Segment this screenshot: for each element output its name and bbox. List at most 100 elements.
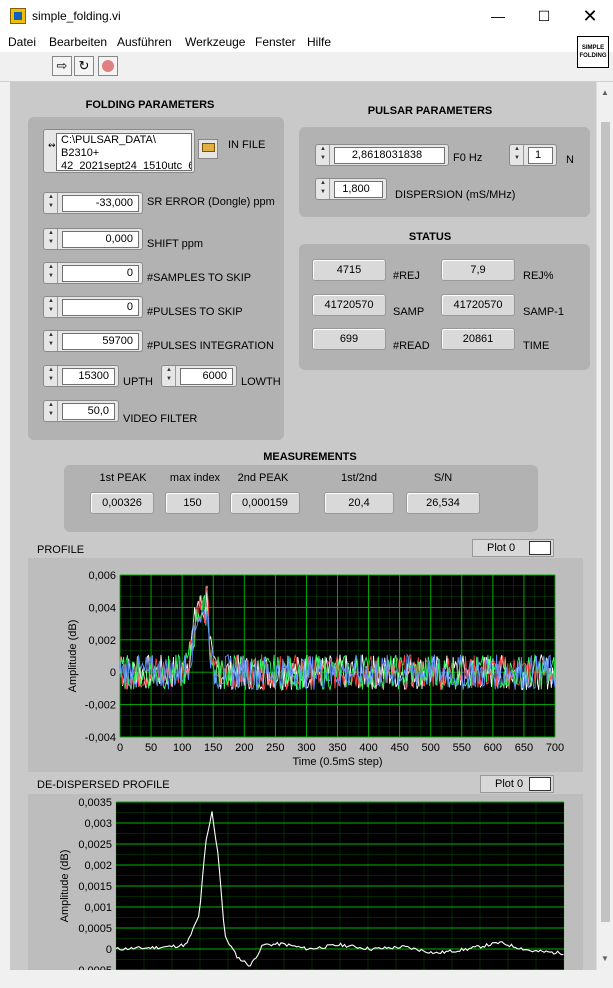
lowth-label: LOWTH (241, 376, 281, 388)
max-index-indicator: 150 (165, 492, 220, 514)
x-tick-label: 350 (328, 742, 346, 754)
peak1-indicator: 0,00326 (90, 492, 154, 514)
scroll-down-icon[interactable]: ▼ (601, 954, 609, 963)
shift-value[interactable]: 0,000 (62, 231, 139, 248)
pulses-integration-value[interactable]: 59700 (62, 333, 139, 350)
menu-bar: Datei Bearbeiten Ausführen Werkzeuge Fen… (0, 32, 613, 52)
x-tick-label: 0 (117, 742, 123, 754)
abort-icon[interactable] (98, 56, 118, 76)
samp-label: SAMP (393, 306, 425, 318)
dispersion-increment-icon[interactable]: ▲ ▼ (317, 179, 330, 199)
measurements-title: MEASUREMENTS (263, 451, 357, 463)
folder-icon[interactable] (198, 139, 218, 159)
dedispersed-plot-legend[interactable]: Plot 0 (480, 775, 554, 793)
close-button[interactable]: ✕ (567, 0, 613, 32)
max-index-label: max index (169, 472, 221, 484)
sr-error-value[interactable]: -33,000 (62, 195, 139, 212)
y-tick-label: 0,0015 (78, 881, 112, 893)
lowth-control[interactable]: ▲ ▼ 6000 (161, 365, 237, 387)
n-increment-icon[interactable]: ▲ ▼ (511, 145, 524, 165)
pulses-skip-increment-icon[interactable]: ▲ ▼ (45, 297, 58, 317)
minimize-button[interactable]: — (475, 0, 521, 32)
y-tick-label: 0 (110, 667, 116, 679)
shift-control[interactable]: ▲ ▼ 0,000 (43, 228, 143, 250)
menu-ausfuehren[interactable]: Ausführen (117, 35, 172, 49)
upth-value[interactable]: 15300 (62, 368, 115, 385)
video-filter-increment-icon[interactable]: ▲ ▼ (45, 401, 58, 421)
x-tick-label: 550 (453, 742, 471, 754)
vertical-scrollbar[interactable]: ▲ ▼ (596, 82, 613, 970)
menu-bearbeiten[interactable]: Bearbeiten (49, 35, 107, 49)
peak2-indicator: 0,000159 (230, 492, 300, 514)
y-tick-label: 0,002 (84, 860, 112, 872)
profile-plot-legend[interactable]: Plot 0 (472, 539, 554, 557)
y-tick-label: 0,003 (84, 818, 112, 830)
y-tick-label: 0,001 (84, 902, 112, 914)
dispersion-label: DISPERSION (mS/MHz) (395, 189, 516, 201)
y-tick-label: -0,0005 (75, 965, 112, 970)
shift-label: SHIFT ppm (147, 238, 204, 250)
y-tick-label: 0,0035 (78, 797, 112, 809)
run-arrow-icon[interactable]: ⇨ (52, 56, 72, 76)
f0-control[interactable]: ▲ ▼ 2,8618031838 (315, 144, 449, 166)
pulses-integration-label: #PULSES INTEGRATION (147, 340, 274, 352)
read-indicator: 699 (312, 328, 386, 350)
menu-werkzeuge[interactable]: Werkzeuge (185, 35, 245, 49)
samples-skip-value[interactable]: 0 (62, 265, 139, 282)
menu-hilfe[interactable]: Hilfe (307, 35, 331, 49)
samp-indicator: 41720570 (312, 294, 386, 316)
y-tick-label: 0 (106, 944, 112, 956)
scroll-up-icon[interactable]: ▲ (601, 88, 609, 97)
scrollbar-thumb[interactable] (601, 122, 610, 922)
shift-increment-icon[interactable]: ▲ ▼ (45, 229, 58, 249)
samples-skip-increment-icon[interactable]: ▲ ▼ (45, 263, 58, 283)
sr-error-control[interactable]: ▲ ▼ -33,000 (43, 192, 143, 214)
upth-increment-icon[interactable]: ▲ ▼ (45, 366, 58, 386)
dedispersed-title: DE-DISPERSED PROFILE (37, 779, 170, 791)
folding-parameters-title: FOLDING PARAMETERS (85, 99, 215, 111)
in-file-line-1: C:\PULSAR_DATA\ (61, 134, 156, 146)
x-tick-label: 700 (546, 742, 564, 754)
ratio-indicator: 20,4 (324, 492, 394, 514)
video-filter-value[interactable]: 50,0 (62, 403, 115, 420)
in-file-path-control[interactable]: ↭ C:\PULSAR_DATA\ B2310+ 42_2021sept24_1… (43, 129, 195, 173)
run-continuously-icon[interactable]: ↻ (74, 56, 94, 76)
profile-title: PROFILE (37, 544, 85, 556)
lowth-increment-icon[interactable]: ▲ ▼ (163, 366, 176, 386)
pulses-integration-control[interactable]: ▲ ▼ 59700 (43, 330, 143, 352)
y-tick-label: -0,004 (85, 732, 116, 744)
x-tick-label: 100 (173, 742, 191, 754)
y-axis-label: Amplitude (dB) (59, 850, 71, 923)
menu-fenster[interactable]: Fenster (255, 35, 296, 49)
f0-value[interactable]: 2,8618031838 (334, 147, 445, 164)
status-title: STATUS (408, 231, 452, 243)
dispersion-value[interactable]: 1,800 (334, 181, 383, 198)
x-tick-label: 450 (390, 742, 408, 754)
menu-datei[interactable]: Datei (8, 35, 36, 49)
rej-label: #REJ (393, 270, 420, 282)
labview-app-icon (10, 8, 26, 24)
path-browse-glyph: ↭ (48, 140, 56, 150)
in-file-path-field[interactable]: C:\PULSAR_DATA\ B2310+ 42_2021sept24_151… (56, 133, 192, 171)
samples-skip-control[interactable]: ▲ ▼ 0 (43, 262, 143, 284)
title-bar: simple_folding.vi — ☐ ✕ (0, 0, 613, 32)
samp1-label: SAMP-1 (523, 306, 564, 318)
f0-label: F0 Hz (453, 152, 483, 164)
maximize-button[interactable]: ☐ (521, 0, 567, 32)
lowth-value[interactable]: 6000 (180, 368, 233, 385)
y-tick-label: 0,0005 (78, 923, 112, 935)
pulses-integration-increment-icon[interactable]: ▲ ▼ (45, 331, 58, 351)
f0-increment-icon[interactable]: ▲ ▼ (317, 145, 330, 165)
sr-error-increment-icon[interactable]: ▲ ▼ (45, 193, 58, 213)
y-axis-label: Amplitude (dB) (67, 620, 79, 693)
y-tick-label: 0,004 (88, 602, 116, 614)
n-value[interactable]: 1 (528, 147, 553, 164)
video-filter-control[interactable]: ▲ ▼ 50,0 (43, 400, 119, 422)
pulses-skip-control[interactable]: ▲ ▼ 0 (43, 296, 143, 318)
video-filter-label: VIDEO FILTER (123, 413, 198, 425)
n-control[interactable]: ▲ ▼ 1 (509, 144, 557, 166)
rej-pct-indicator: 7,9 (441, 259, 515, 281)
pulses-skip-value[interactable]: 0 (62, 299, 139, 316)
upth-control[interactable]: ▲ ▼ 15300 (43, 365, 119, 387)
dispersion-control[interactable]: ▲ ▼ 1,800 (315, 178, 387, 200)
